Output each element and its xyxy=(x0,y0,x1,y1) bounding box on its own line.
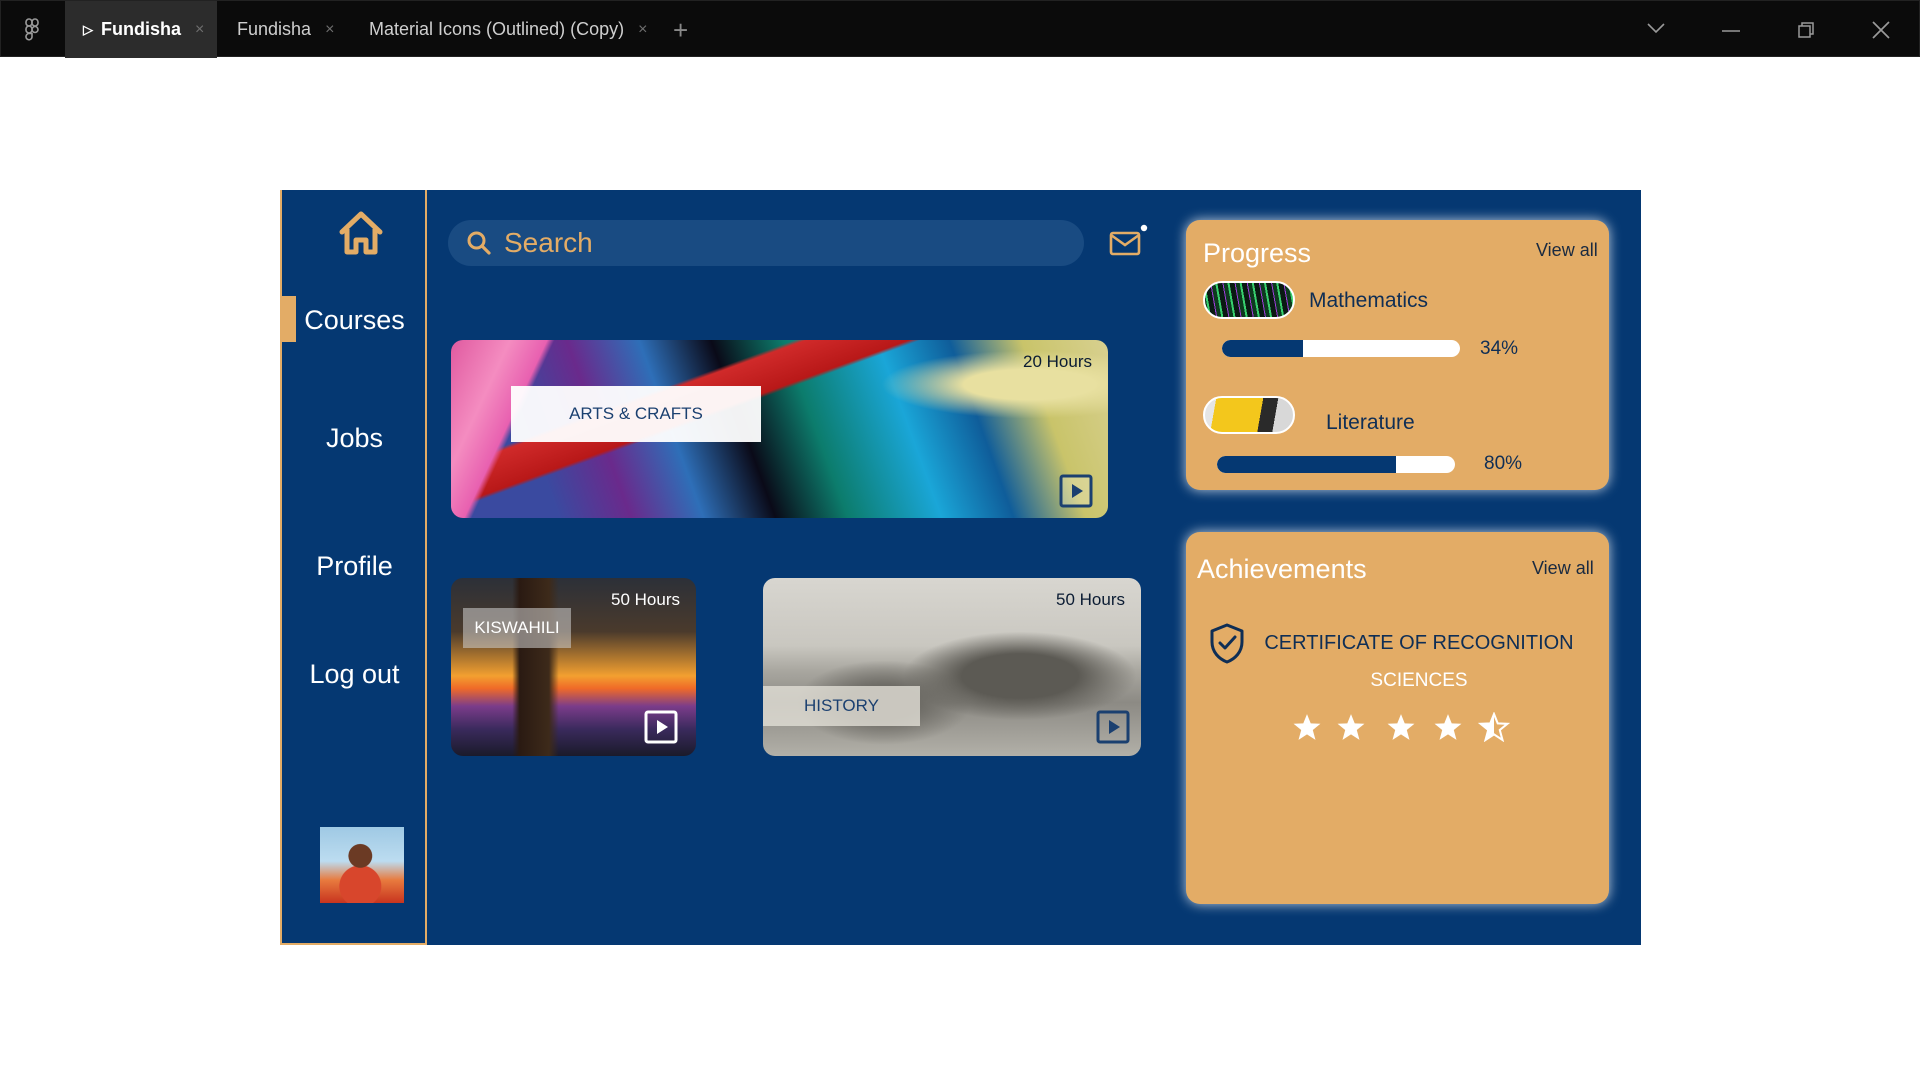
tab-material-icons[interactable]: Material Icons (Outlined) (Copy) × xyxy=(369,1,647,58)
progress-bar-mathematics xyxy=(1222,340,1460,357)
progress-percent: 80% xyxy=(1484,453,1523,474)
certificate-text: CERTIFICATE OF RECOGNITION SCIENCES xyxy=(1264,624,1574,700)
progress-percent: 34% xyxy=(1480,338,1519,359)
course-title: ARTS & CRAFTS xyxy=(511,386,761,442)
course-hours: 50 Hours xyxy=(1056,590,1125,609)
progress-panel: Progress View all Mathematics 34% Litera… xyxy=(1186,220,1609,490)
close-window-icon[interactable] xyxy=(1871,20,1891,40)
minimize-icon[interactable] xyxy=(1721,29,1741,33)
sidebar-item-label: Log out xyxy=(309,658,400,689)
progress-view-all-link[interactable]: View all xyxy=(1536,240,1598,261)
title-bar: ▷ Fundisha × Fundisha × Material Icons (… xyxy=(0,0,1920,58)
figma-logo-icon[interactable] xyxy=(19,17,45,43)
course-card-arts-crafts[interactable]: ARTS & CRAFTS 20 Hours xyxy=(451,340,1108,518)
sidebar-item-logout[interactable]: Log out xyxy=(282,650,427,698)
tab-label: Fundisha xyxy=(101,19,181,39)
restore-icon[interactable] xyxy=(1797,21,1815,39)
progress-bar-literature xyxy=(1217,456,1455,473)
star-half-icon xyxy=(1469,707,1519,747)
search-icon xyxy=(467,231,491,255)
sidebar-item-label: Profile xyxy=(316,550,393,581)
sidebar-item-label: Jobs xyxy=(325,422,384,453)
sidebar: Courses Jobs Profile Log out xyxy=(280,190,427,945)
subject-name: Literature xyxy=(1326,411,1415,434)
new-tab-icon[interactable]: + xyxy=(673,15,688,46)
avatar[interactable] xyxy=(320,827,404,903)
sidebar-item-profile[interactable]: Profile xyxy=(282,542,427,590)
shield-check-icon xyxy=(1210,623,1244,664)
search-bar[interactable] xyxy=(448,220,1084,266)
play-video-icon[interactable] xyxy=(1059,474,1093,508)
progress-bar-fill xyxy=(1222,340,1303,357)
play-video-icon[interactable] xyxy=(644,710,678,744)
home-icon[interactable] xyxy=(336,208,386,258)
tab-fundisha[interactable]: Fundisha × xyxy=(237,1,334,58)
star-full-icon xyxy=(1326,707,1376,747)
tab-label: Fundisha xyxy=(237,19,312,39)
star-full-icon xyxy=(1423,707,1473,747)
course-hours: 20 Hours xyxy=(1023,352,1092,371)
course-title: KISWAHILI xyxy=(463,608,571,648)
search-input[interactable] xyxy=(504,227,1064,259)
progress-bar-fill xyxy=(1217,456,1396,473)
close-icon[interactable]: × xyxy=(638,21,647,39)
tab-fundisha-active[interactable]: ▷ Fundisha × xyxy=(65,1,217,58)
tab-label: Material Icons (Outlined) (Copy) xyxy=(369,19,625,39)
mathematics-thumbnail xyxy=(1203,281,1295,319)
certificate-title: CERTIFICATE OF RECOGNITION xyxy=(1264,632,1574,654)
app-frame: Courses Jobs Profile Log out ARTS & CRAF… xyxy=(280,190,1641,945)
sidebar-item-courses[interactable]: Courses xyxy=(282,296,427,344)
star-full-icon xyxy=(1376,707,1426,747)
close-icon[interactable]: × xyxy=(195,21,204,39)
certificate-subject: SCIENCES xyxy=(1370,670,1468,691)
course-hours: 50 Hours xyxy=(611,590,680,609)
course-card-kiswahili[interactable]: KISWAHILI 50 Hours xyxy=(451,578,696,756)
chevron-down-icon[interactable] xyxy=(1646,21,1666,35)
achievements-panel: Achievements View all CERTIFICATE OF REC… xyxy=(1186,532,1609,904)
close-icon[interactable]: × xyxy=(325,21,334,39)
star-full-icon xyxy=(1282,707,1332,747)
mail-icon[interactable] xyxy=(1108,224,1148,260)
sidebar-item-label: Courses xyxy=(304,304,405,335)
literature-thumbnail xyxy=(1203,396,1295,434)
achievements-title: Achievements xyxy=(1197,554,1367,584)
progress-title: Progress xyxy=(1203,238,1312,268)
course-card-history[interactable]: HISTORY 50 Hours xyxy=(763,578,1141,756)
course-title: HISTORY xyxy=(763,686,920,726)
sidebar-item-jobs[interactable]: Jobs xyxy=(282,414,427,462)
subject-name: Mathematics xyxy=(1309,289,1429,312)
play-icon: ▷ xyxy=(83,21,93,37)
play-video-icon[interactable] xyxy=(1096,710,1130,744)
achievements-view-all-link[interactable]: View all xyxy=(1532,558,1594,579)
